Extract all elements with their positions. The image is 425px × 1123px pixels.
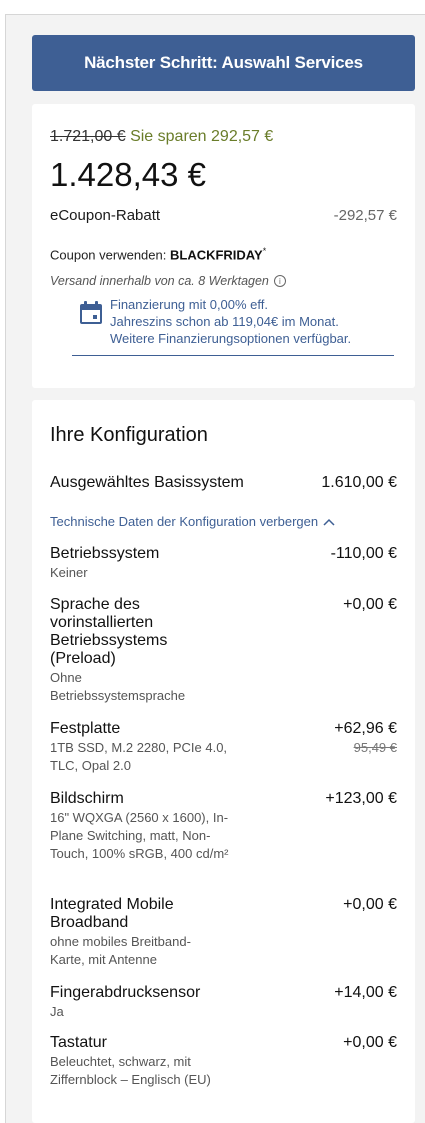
chevron-up-icon: [323, 518, 335, 526]
base-system-label: Ausgewähltes Basissystem: [50, 474, 244, 491]
config-item-price-new: +62,96 €: [334, 720, 397, 737]
config-item-price-old: 95,49 €: [353, 740, 397, 755]
config-item-os: Betriebssystem Keiner -110,00 €: [50, 545, 397, 582]
calendar-icon: [80, 301, 102, 324]
financing-line-3: Weitere Finanzierungsoptionen verfügbar.: [110, 331, 352, 346]
config-item-price: +0,00 €: [343, 1034, 397, 1051]
config-item-display: Bildschirm 16" WQXGA (2560 x 1600), In-P…: [50, 790, 397, 863]
old-price: 1.721,00 €: [50, 128, 126, 145]
config-item-price: +123,00 €: [325, 790, 397, 807]
coupon-prefix: Coupon verwenden:: [50, 247, 167, 263]
config-item-name: Festplatte: [50, 720, 121, 737]
shipping-text: Versand innerhalb von ca. 8 Werktagen: [50, 274, 269, 288]
info-icon[interactable]: i: [273, 275, 286, 287]
price-card: 1.721,00 € Sie sparen 292,57 € 1.428,43 …: [32, 104, 415, 388]
config-item-detail: Beleuchtet, schwarz, mit Ziffernblock – …: [50, 1054, 211, 1087]
price-comparison: 1.721,00 € Sie sparen 292,57 €: [50, 128, 273, 146]
coupon-footnote-mark: *: [262, 246, 267, 256]
config-item-os-language: Sprache des vorinstallierten Betriebssys…: [50, 596, 397, 705]
config-item-name: Sprache des vorinstallierten Betriebssys…: [50, 596, 168, 667]
financing-line-2: Jahreszins schon ab 119,04€ im Monat.: [110, 314, 339, 329]
next-step-button[interactable]: Nächster Schritt: Auswahl Services: [32, 35, 415, 91]
config-item-name: Integrated Mobile Broadband: [50, 896, 174, 931]
financing-text: Finanzierung mit 0,00% eff. Jahreszins s…: [110, 296, 351, 347]
config-item-detail: Keiner: [50, 565, 88, 580]
config-item-fingerprint: Fingerabdrucksensor Ja +14,00 €: [50, 984, 397, 1021]
config-item-detail: 1TB SSD, M.2 2280, PCIe 4.0, TLC, Opal 2…: [50, 740, 228, 773]
config-item-name: Bildschirm: [50, 790, 124, 807]
config-item-name: Betriebssystem: [50, 545, 160, 562]
config-item-price: +14,00 €: [334, 984, 397, 1001]
config-item-name: Tastatur: [50, 1034, 107, 1051]
base-system-row: Ausgewähltes Basissystem 1.610,00 €: [50, 474, 397, 492]
shipping-info: Versand innerhalb von ca. 8 Werktagen i: [50, 274, 286, 288]
config-item-name: Fingerabdrucksensor: [50, 984, 201, 1001]
tech-data-toggle-label: Technische Daten der Konfiguration verbe…: [50, 514, 319, 529]
config-item-mobile-broadband: Integrated Mobile Broadband ohne mobiles…: [50, 896, 397, 969]
config-item-price: +62,96 € 95,49 €: [334, 720, 397, 755]
current-price: 1.428,43 €: [50, 156, 206, 193]
config-item-detail: ohne mobiles Breitband-Karte, mit Antenn…: [50, 934, 191, 967]
ecoupon-value: -292,57 €: [333, 207, 397, 224]
config-item-price: +0,00 €: [343, 896, 397, 913]
configuration-title: Ihre Konfiguration: [50, 424, 208, 446]
ecoupon-row: eCoupon-Rabatt -292,57 €: [50, 207, 397, 224]
configuration-card: Ihre Konfiguration Ausgewähltes Basissys…: [32, 400, 415, 1123]
config-item-detail: 16" WQXGA (2560 x 1600), In-Plane Switch…: [50, 810, 229, 861]
coupon-code[interactable]: BLACKFRIDAY: [170, 247, 263, 262]
config-item-storage: Festplatte 1TB SSD, M.2 2280, PCIe 4.0, …: [50, 720, 397, 775]
savings-text: Sie sparen 292,57 €: [130, 128, 274, 145]
config-item-keyboard: Tastatur Beleuchtet, schwarz, mit Ziffer…: [50, 1034, 397, 1089]
financing-line-1: Finanzierung mit 0,00% eff.: [110, 297, 269, 312]
config-item-price: +0,00 €: [343, 596, 397, 613]
base-system-price: 1.610,00 €: [321, 474, 397, 491]
coupon-line: Coupon verwenden: BLACKFRIDAY*: [50, 246, 266, 262]
ecoupon-label: eCoupon-Rabatt: [50, 207, 161, 224]
config-item-detail: Ja: [50, 1004, 64, 1019]
config-item-price: -110,00 €: [330, 545, 397, 562]
tech-data-toggle[interactable]: Technische Daten der Konfiguration verbe…: [50, 514, 335, 529]
financing-link[interactable]: Finanzierung mit 0,00% eff. Jahreszins s…: [72, 296, 394, 356]
config-item-detail: Ohne Betriebssystemsprache: [50, 670, 186, 703]
